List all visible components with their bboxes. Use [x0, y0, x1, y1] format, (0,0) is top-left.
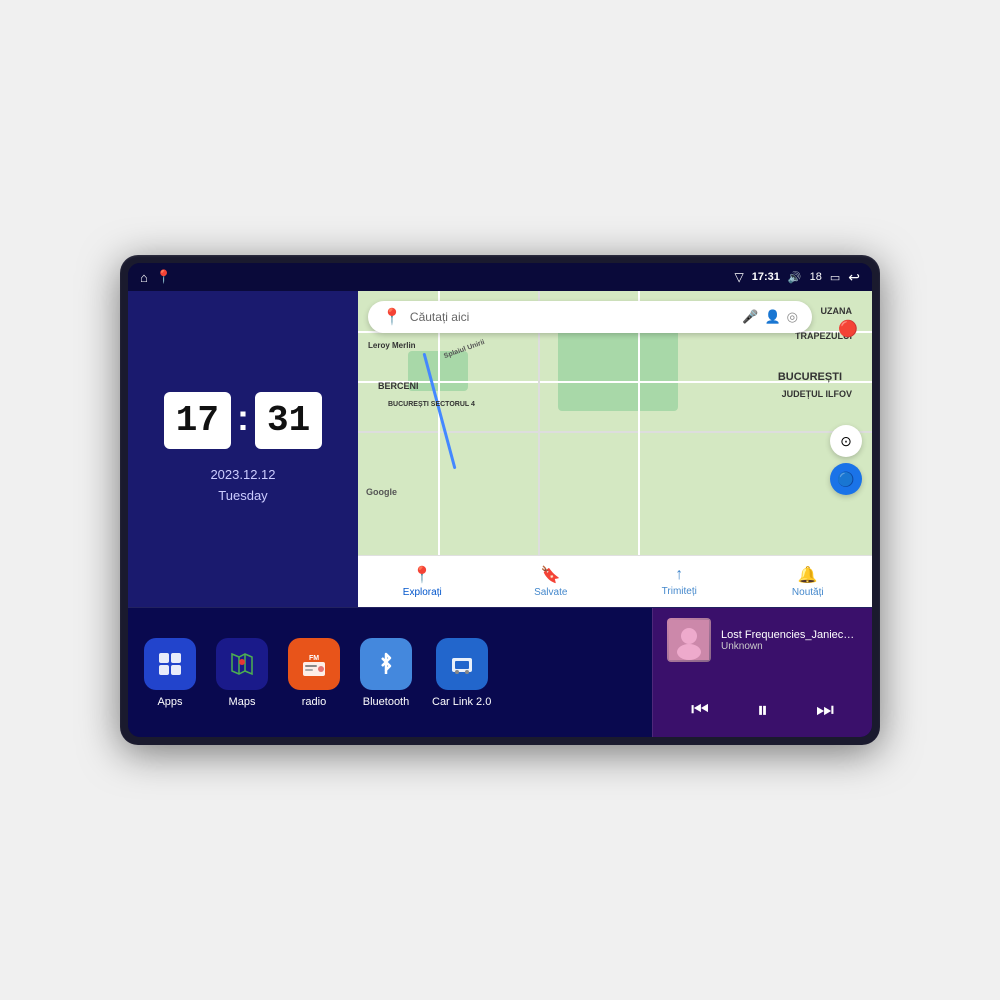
google-maps-icon: 📍: [382, 307, 402, 327]
signal-icon: ▽: [735, 270, 744, 284]
map-bottom-nav: 📍 Explorați 🔖 Salvate ↑ Trimiteți 🔔: [358, 555, 872, 607]
sector4-label: BUCUREȘTI SECTORUL 4: [388, 401, 475, 408]
explore-icon: 📍: [412, 565, 432, 585]
status-bar: ⌂ 📍 ▽ 17:31 🔊 18 ▭ ↩: [128, 263, 872, 291]
google-logo: Google: [366, 487, 397, 497]
music-player: Lost Frequencies_Janieck Devy-... Unknow…: [652, 608, 872, 737]
battery-icon: ▭: [830, 271, 840, 284]
music-artist: Unknown: [721, 641, 858, 652]
carlink-label: Car Link 2.0: [432, 696, 491, 708]
account-icon[interactable]: 👤: [764, 309, 780, 325]
main-content: 17 : 31 2023.12.12 Tuesday 📍 Căutați aic…: [128, 291, 872, 737]
app-item-maps[interactable]: Maps: [216, 638, 268, 708]
music-prev-button[interactable]: ⏮: [683, 695, 717, 726]
clock-date-value: 2023.12.12: [210, 465, 275, 486]
app-item-carlink[interactable]: Car Link 2.0: [432, 638, 491, 708]
navigate-fab[interactable]: 🔵: [830, 463, 862, 495]
news-icon: 🔔: [798, 565, 818, 585]
clock-colon: :: [237, 397, 249, 439]
app-item-bluetooth[interactable]: Bluetooth: [360, 638, 412, 708]
nav-send[interactable]: ↑ Trimiteți: [615, 556, 744, 607]
device-outer: ⌂ 📍 ▽ 17:31 🔊 18 ▭ ↩ 17 :: [120, 255, 880, 745]
clock-date: 2023.12.12 Tuesday: [210, 465, 275, 507]
status-time: 17:31: [752, 271, 780, 283]
ilfov-label: JUDEȚUL ILFOV: [782, 389, 852, 399]
map-fab-buttons: ⊙ 🔵: [830, 425, 862, 495]
map-search-actions: 🎤 👤 ◎: [742, 309, 798, 325]
home-icon[interactable]: ⌂: [140, 270, 148, 285]
clock-panel: 17 : 31 2023.12.12 Tuesday: [128, 291, 358, 607]
uzana-label: UZANA: [821, 306, 853, 316]
radio-label: radio: [302, 696, 326, 708]
clock-minutes: 31: [255, 392, 322, 449]
music-thumbnail: [667, 618, 711, 662]
apps-icon: [144, 638, 196, 690]
top-section: 17 : 31 2023.12.12 Tuesday 📍 Căutați aic…: [128, 291, 872, 607]
music-info: Lost Frequencies_Janieck Devy-... Unknow…: [667, 618, 858, 662]
clock-day: Tuesday: [210, 486, 275, 507]
music-title: Lost Frequencies_Janieck Devy-...: [721, 629, 858, 641]
clock-hours: 17: [164, 392, 231, 449]
send-icon: ↑: [675, 566, 683, 584]
apps-row: Apps Maps: [128, 608, 652, 737]
maps-icon: [216, 638, 268, 690]
location-fab[interactable]: ⊙: [830, 425, 862, 457]
road-h3: [358, 431, 872, 433]
clock-display: 17 : 31: [164, 392, 322, 449]
app-item-apps[interactable]: Apps: [144, 638, 196, 708]
bottom-section: Apps Maps: [128, 607, 872, 737]
music-play-button[interactable]: ⏸: [749, 693, 776, 727]
bluetooth-label: Bluetooth: [363, 696, 409, 708]
battery-level: 18: [810, 271, 822, 283]
apps-label: Apps: [157, 696, 182, 708]
map-search-bar[interactable]: 📍 Căutați aici 🎤 👤 ◎: [368, 301, 812, 333]
explore-label: Explorați: [403, 587, 442, 598]
nav-saved[interactable]: 🔖 Salvate: [487, 556, 616, 607]
send-label: Trimiteți: [662, 586, 697, 597]
voice-search-icon[interactable]: 🎤: [742, 309, 758, 325]
nav-explore[interactable]: 📍 Explorați: [358, 556, 487, 607]
map-search-placeholder[interactable]: Căutați aici: [410, 310, 734, 324]
app-item-radio[interactable]: FM radio: [288, 638, 340, 708]
saved-label: Salvate: [534, 587, 567, 598]
leroy-label: Leroy Merlin: [368, 341, 416, 350]
layers-icon[interactable]: ◎: [787, 309, 798, 325]
maps-label: Maps: [229, 696, 256, 708]
map-panel: 📍 Căutați aici 🎤 👤 ◎: [358, 291, 872, 607]
berceni-label: BERCENI: [378, 381, 419, 391]
bluetooth-icon: [360, 638, 412, 690]
status-left: ⌂ 📍: [140, 269, 172, 285]
nav-news[interactable]: 🔔 Noutăți: [744, 556, 873, 607]
news-label: Noutăți: [792, 587, 824, 598]
carlink-icon: [436, 638, 488, 690]
music-text: Lost Frequencies_Janieck Devy-... Unknow…: [721, 629, 858, 652]
back-icon[interactable]: ↩: [848, 269, 860, 286]
device-screen: ⌂ 📍 ▽ 17:31 🔊 18 ▭ ↩ 17 :: [128, 263, 872, 737]
music-next-button[interactable]: ⏭: [808, 695, 842, 726]
saved-icon: 🔖: [541, 565, 561, 585]
maps-status-icon[interactable]: 📍: [156, 269, 172, 285]
volume-icon: 🔊: [788, 271, 802, 284]
status-right: ▽ 17:31 🔊 18 ▭ ↩: [735, 269, 860, 286]
radio-icon: FM: [288, 638, 340, 690]
location-pin-1: 🔴: [838, 319, 858, 339]
svg-text:FM: FM: [309, 655, 319, 662]
music-controls: ⏮ ⏸ ⏭: [667, 693, 858, 727]
bucharest-label: BUCUREȘTI: [778, 371, 842, 383]
